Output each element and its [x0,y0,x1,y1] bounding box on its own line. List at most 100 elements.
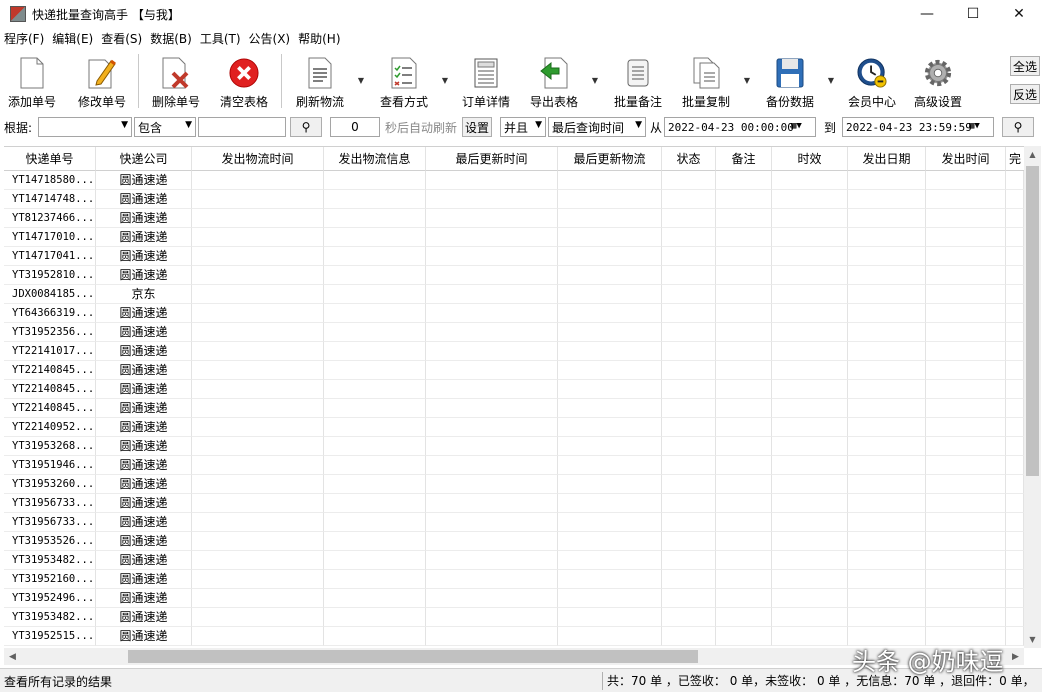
empty-cell [926,228,1006,247]
column-header[interactable]: 发出物流时间 [192,147,324,171]
table-row[interactable]: YT22140952... 圆通速递 [4,418,1024,437]
to-date-picker[interactable]: 2022-04-23 23:59:59 ▦▼ [842,117,994,137]
courier-company-cell: 圆通速递 [96,570,192,589]
view-mode-button[interactable]: 查看方式 [378,54,430,110]
table-row[interactable]: YT22140845... 圆通速递 [4,361,1024,380]
match-select[interactable]: 包含 ▼ [134,117,196,137]
export-table-label: 导出表格 [529,95,578,109]
table-row[interactable]: YT31952160... 圆通速递 [4,570,1024,589]
column-header[interactable]: 完 [1006,147,1024,171]
set-button[interactable]: 设置 [462,117,492,137]
table-row[interactable]: YT31956733... 圆通速递 [4,513,1024,532]
maximize-button[interactable]: ☐ [950,0,996,28]
column-header[interactable]: 发出物流信息 [324,147,426,171]
pencil-document-icon [87,57,117,89]
table-row[interactable]: YT81237466... 圆通速递 [4,209,1024,228]
table-row[interactable]: YT31952496... 圆通速递 [4,589,1024,608]
table-row[interactable]: YT31952810... 圆通速递 [4,266,1024,285]
table-row[interactable]: YT22140845... 圆通速递 [4,380,1024,399]
time-field-select[interactable]: 最后查询时间 ▼ [548,117,646,137]
advanced-settings-button[interactable]: 高级设置 [912,54,964,110]
table-row[interactable]: YT31953482... 圆通速递 [4,551,1024,570]
export-dropdown-icon[interactable]: ▼ [590,76,600,85]
from-label: 从 [650,120,663,135]
column-header[interactable]: 发出时间 [926,147,1006,171]
refresh-seconds-input[interactable]: 0 [330,117,380,137]
table-row[interactable]: YT64366319... 圆通速递 [4,304,1024,323]
order-detail-button[interactable]: 订单详情 [460,54,512,110]
empty-cell [848,437,926,456]
batch-copy-button[interactable]: 批量复制 [680,54,732,110]
batch-note-button[interactable]: 批量备注 [612,54,664,110]
empty-cell [662,551,716,570]
table-row[interactable]: YT31953526... 圆通速递 [4,532,1024,551]
tracking-number-cell: YT64366319... [4,304,96,323]
minimize-button[interactable]: — [904,0,950,28]
refresh-logistics-button[interactable]: 刷新物流 [294,54,346,110]
scroll-left-icon[interactable]: ◀ [4,648,21,665]
batch-copy-dropdown-icon[interactable]: ▼ [742,76,752,85]
export-table-button[interactable]: 导出表格 [528,54,580,110]
column-header[interactable]: 快递单号 [4,147,96,171]
column-header[interactable]: 时效 [772,147,848,171]
backup-dropdown-icon[interactable]: ▼ [826,76,836,85]
column-header[interactable]: 最后更新物流 [558,147,662,171]
scroll-up-icon[interactable]: ▲ [1024,146,1041,163]
table-row[interactable]: YT31952356... 圆通速递 [4,323,1024,342]
vertical-scrollbar[interactable]: ▲ ▼ [1024,146,1041,648]
table-row[interactable]: YT14714748... 圆通速递 [4,190,1024,209]
menu-program[interactable]: 程序(F) [4,30,44,47]
empty-cell [662,285,716,304]
column-header[interactable]: 备注 [716,147,772,171]
backup-data-button[interactable]: 备份数据 [764,54,816,110]
empty-cell [716,570,772,589]
from-date-picker[interactable]: 2022-04-23 00:00:00 ▦▼ [664,117,816,137]
invert-selection-button[interactable]: 反选 [1010,84,1040,104]
scroll-down-icon[interactable]: ▼ [1024,631,1041,648]
table-row[interactable]: YT14717041... 圆通速递 [4,247,1024,266]
menu-data[interactable]: 数据(B) [150,30,192,47]
empty-cell [716,190,772,209]
empty-cell [1006,399,1024,418]
table-row[interactable]: YT31953268... 圆通速递 [4,437,1024,456]
basis-select[interactable]: ▼ [38,117,132,137]
horizontal-scroll-thumb[interactable] [128,650,698,663]
edit-number-button[interactable]: 修改单号 [76,54,128,110]
refresh-dropdown-icon[interactable]: ▼ [356,76,366,85]
empty-cell [772,513,848,532]
keyword-input[interactable] [198,117,286,137]
menu-help[interactable]: 帮助(H) [298,30,340,47]
menu-tools[interactable]: 工具(T) [200,30,241,47]
table-row[interactable]: YT31953260... 圆通速递 [4,475,1024,494]
table-row[interactable]: YT31953482... 圆通速递 [4,608,1024,627]
column-header[interactable]: 最后更新时间 [426,147,558,171]
menu-notice[interactable]: 公告(X) [249,30,291,47]
column-header[interactable]: 状态 [662,147,716,171]
column-header[interactable]: 快递公司 [96,147,192,171]
view-mode-dropdown-icon[interactable]: ▼ [440,76,450,85]
column-header[interactable]: 发出日期 [848,147,926,171]
delete-number-button[interactable]: 删除单号 [150,54,202,110]
logic-value: 并且 [504,120,529,135]
member-center-button[interactable]: 会员中心 [846,54,898,110]
table-row[interactable]: YT31956733... 圆通速递 [4,494,1024,513]
add-number-button[interactable]: 添加单号 [6,54,58,110]
table-row[interactable]: YT22141017... 圆通速递 [4,342,1024,361]
table-row[interactable]: YT14718580... 圆通速递 [4,171,1024,190]
empty-cell [848,589,926,608]
logic-select[interactable]: 并且 ▼ [500,117,546,137]
courier-company-cell: 圆通速递 [96,589,192,608]
table-row[interactable]: YT22140845... 圆通速递 [4,399,1024,418]
close-button[interactable]: ✕ [996,0,1042,28]
table-row[interactable]: YT31951946... 圆通速递 [4,456,1024,475]
menu-view[interactable]: 查看(S) [101,30,142,47]
table-row[interactable]: YT14717010... 圆通速递 [4,228,1024,247]
menu-edit[interactable]: 编辑(E) [52,30,93,47]
table-row[interactable]: JDX0084185... 京东 [4,285,1024,304]
vertical-scroll-thumb[interactable] [1026,166,1039,476]
search-button[interactable]: ⚲ [290,117,322,137]
scroll-right-icon[interactable]: ▶ [1007,648,1024,665]
clear-table-button[interactable]: 清空表格 [218,54,270,110]
select-all-button[interactable]: 全选 [1010,56,1040,76]
query-search-button[interactable]: ⚲ [1002,117,1034,137]
